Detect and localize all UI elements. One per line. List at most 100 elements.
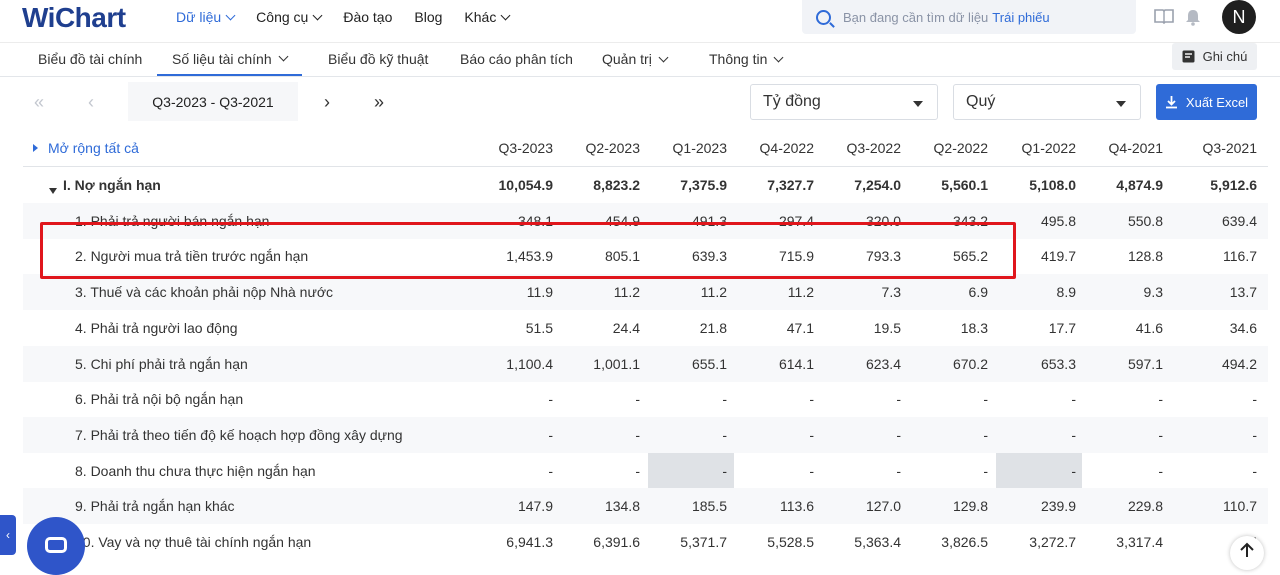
caret-down-icon[interactable]	[49, 188, 57, 194]
table-cell: 129.8	[952, 498, 988, 515]
tab-financial-charts[interactable]: Biểu đồ tài chính	[38, 43, 142, 75]
table-cell: 639.4	[1221, 212, 1257, 229]
chat-button[interactable]	[27, 517, 85, 575]
column-header[interactable]: Q4-2021	[1083, 140, 1163, 156]
avatar[interactable]: N	[1222, 0, 1256, 34]
unit-value: Tỷ đồng	[763, 93, 821, 110]
table-row[interactable]: 7. Phải trả theo tiến độ kế hoạch hợp đồ…	[23, 416, 1268, 453]
table-cell: 5,560.1	[941, 177, 988, 193]
table-cell: 11.2	[700, 284, 727, 301]
table-group-row[interactable]: I. Nợ ngắn hạn 10,054.9 8,823.2 7,375.9 7,32…	[23, 167, 1268, 203]
nav-item-tools[interactable]: Công cụ	[256, 9, 323, 25]
download-icon	[1165, 96, 1177, 109]
tab-label: Biểu đồ tài chính	[38, 51, 143, 67]
search-placeholder: Bạn đang cần tìm dữ liệu	[843, 9, 989, 25]
nav-item-blog[interactable]: Blog	[414, 9, 442, 25]
table-row[interactable]: 6. Phải trả nội bộ ngắn hạn - - - - - - - - -	[23, 381, 1268, 417]
chevron-down-icon	[278, 51, 289, 62]
nav-item-label: Khác	[464, 9, 497, 25]
period-range[interactable]: Q3-2023 - Q3-2021	[128, 82, 298, 121]
table-cell: -	[1158, 391, 1163, 408]
sub-tabs: Biểu đồ tài chính Số liệu tài chính Biểu…	[0, 43, 1280, 77]
tab-analysis-reports[interactable]: Báo cáo phân tích	[460, 43, 573, 75]
nav-item-other[interactable]: Khác	[464, 9, 511, 25]
row-label: 5. Chi phí phải trả ngắn hạn	[75, 355, 248, 372]
note-button[interactable]: Ghi chú	[1172, 43, 1257, 70]
table-cell: -	[809, 391, 814, 408]
table-cell: 6,941.3	[506, 534, 553, 550]
search-highlight: Trái phiếu	[992, 9, 1050, 25]
tab-label: Quản trị	[602, 51, 652, 67]
table-cell: 5,912.6	[1210, 177, 1257, 193]
table-cell: -	[983, 426, 988, 443]
collapse-toggle[interactable]	[49, 181, 63, 197]
tab-label: Biểu đồ kỹ thuật	[328, 51, 429, 67]
table-cell: -	[809, 462, 814, 479]
nav-item-data[interactable]: Dữ liệu	[176, 9, 236, 25]
table-cell: 18.3	[960, 319, 988, 336]
table-row[interactable]: 4. Phải trả người lao động 51.5 24.4 21.8 47…	[23, 310, 1268, 346]
column-header[interactable]: Q2-2023	[560, 140, 640, 156]
tab-technical-charts[interactable]: Biểu đồ kỹ thuật	[328, 43, 428, 75]
tab-governance[interactable]: Quản trị	[602, 43, 669, 75]
tab-information[interactable]: Thông tin	[709, 43, 784, 75]
expand-all-label: Mở rộng tất cả	[48, 140, 139, 156]
table-cell: 110.7	[1223, 498, 1257, 515]
table-row[interactable]: 5. Chi phí phải trả ngắn hạn 1,100.4 1,001…	[23, 345, 1268, 382]
table-cell: 113.6	[780, 498, 814, 515]
tab-label: Báo cáo phân tích	[460, 51, 573, 67]
chevron-down-icon	[773, 52, 784, 62]
table-cell: 5,108.0	[1029, 177, 1076, 193]
caret-right-icon	[33, 144, 38, 152]
table-cell: 8.9	[1056, 284, 1076, 301]
table-cell: 13.7	[1229, 284, 1257, 301]
next-period-icon[interactable]: ›	[324, 92, 330, 113]
column-header[interactable]: Q3-2022	[821, 140, 901, 156]
chevron-down-icon	[225, 10, 236, 20]
table-cell: 34.6	[1229, 319, 1257, 336]
table-cell: -	[635, 391, 640, 408]
first-period-icon[interactable]: «	[34, 92, 50, 112]
bell-icon[interactable]	[1184, 8, 1202, 26]
prev-period-icon[interactable]: ‹	[88, 92, 94, 113]
nav-item-training[interactable]: Đào tạo	[343, 9, 392, 25]
search-input[interactable]: Bạn đang cần tìm dữ liệu Trái phiếu	[802, 0, 1136, 34]
table-cell: 6.9	[968, 284, 988, 301]
column-header[interactable]: Q4-2022	[734, 140, 814, 156]
note-label: Ghi chú	[1202, 49, 1248, 64]
nav-item-label: Đào tạo	[343, 9, 393, 25]
expand-all-toggle[interactable]: Mở rộng tất cả	[33, 140, 139, 156]
table-row[interactable]: 3. Thuế và các khoản phải nộp Nhà nước 11…	[23, 274, 1268, 311]
side-tab[interactable]: ‹	[0, 515, 16, 555]
column-header[interactable]: Q1-2022	[996, 140, 1076, 156]
table-row[interactable]: 9. Phải trả ngắn hạn khác 147.9 134.8 185.5…	[23, 488, 1268, 525]
export-excel-button[interactable]: Xuất Excel	[1156, 84, 1257, 120]
table-cell: 1,100.4	[506, 355, 553, 372]
unit-select[interactable]: Tỷ đồng	[750, 84, 938, 120]
table-row[interactable]: 8. Doanh thu chưa thực hiện ngắn hạn - - - -…	[23, 452, 1268, 489]
column-header[interactable]: Q2-2022	[908, 140, 988, 156]
table-cell: -	[722, 462, 727, 479]
nav-item-label: Công cụ	[256, 9, 309, 25]
last-period-icon[interactable]: »	[374, 92, 384, 113]
table-cell: 655.1	[691, 355, 727, 372]
wichart-logo[interactable]: WiChart	[22, 0, 126, 36]
column-header[interactable]: Q3-2021	[1177, 140, 1257, 156]
table-cell: 134.8	[604, 498, 640, 515]
frequency-select[interactable]: Quý	[953, 84, 1141, 120]
top-navbar: WiChart Dữ liệu Công cụ Đào tạo Blog Khá…	[0, 0, 1280, 43]
table-cell: 5,371.7	[680, 534, 727, 550]
export-label: Xuất Excel	[1185, 94, 1249, 110]
book-icon[interactable]	[1154, 8, 1174, 24]
table-cell: 10,054.9	[498, 177, 554, 193]
table-cell: -	[548, 426, 553, 443]
table-cell: -	[635, 462, 640, 479]
column-header[interactable]: Q3-2023	[473, 140, 553, 156]
table-cell: 239.9	[1040, 498, 1076, 515]
scroll-top-button[interactable]	[1230, 536, 1264, 570]
tab-financial-data[interactable]: Số liệu tài chính	[157, 43, 302, 76]
column-header[interactable]: Q1-2023	[647, 140, 727, 156]
row-label: 8. Doanh thu chưa thực hiện ngắn hạn	[75, 462, 316, 479]
table-cell: 11.9	[526, 284, 553, 301]
table-cell: 614.1	[778, 355, 814, 372]
